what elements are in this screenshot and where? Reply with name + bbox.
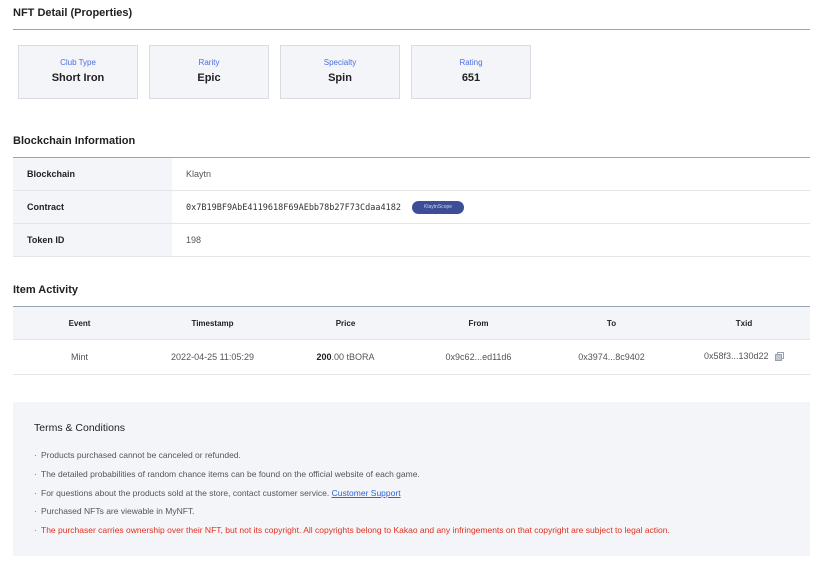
copy-icon[interactable] bbox=[775, 351, 785, 363]
to-cell[interactable]: 0x3974...8c9402 bbox=[545, 339, 678, 375]
blockchain-table: Blockchain Klaytn Contract 0x7B19BF9AbE4… bbox=[13, 158, 810, 257]
list-item: · The detailed probabilities of random ch… bbox=[34, 468, 420, 479]
property-value: Epic bbox=[197, 72, 221, 84]
blockchain-row: Blockchain Klaytn bbox=[13, 158, 810, 191]
price-unit: .00 tBORA bbox=[331, 352, 375, 362]
price-amount: 200 bbox=[316, 352, 332, 362]
property-label: Club Type bbox=[60, 58, 96, 67]
nft-detail-divider bbox=[13, 29, 810, 30]
contract-cell: 0x7B19BF9AbE4119618F69AEbb78b27F73Cdaa41… bbox=[172, 190, 810, 224]
property-card-rarity: Rarity Epic bbox=[149, 45, 269, 99]
blockchain-key: Blockchain bbox=[13, 158, 172, 191]
list-item-warning: · The purchaser carries ownership over th… bbox=[34, 525, 670, 536]
property-value: Spin bbox=[328, 72, 352, 84]
blockchain-title: Blockchain Information bbox=[13, 135, 136, 147]
table-row: Mint 2022-04-25 11:05:29 200.00 tBORA 0x… bbox=[13, 339, 810, 375]
column-header-event: Event bbox=[13, 307, 146, 340]
property-label: Rating bbox=[459, 58, 483, 67]
event-cell: Mint bbox=[13, 339, 146, 375]
property-value: 651 bbox=[461, 72, 481, 84]
token-id-value: 198 bbox=[172, 223, 810, 257]
terms-list: · Products purchased cannot be canceled o… bbox=[34, 446, 810, 540]
property-label: Rarity bbox=[198, 58, 220, 67]
contract-row: Contract 0x7B19BF9AbE4119618F69AEbb78b27… bbox=[13, 190, 810, 224]
column-header-to: To bbox=[545, 307, 678, 340]
timestamp-cell: 2022-04-25 11:05:29 bbox=[146, 339, 279, 375]
txid-value[interactable]: 0x58f3...130d22 bbox=[704, 351, 769, 361]
property-card-specialty: Specialty Spin bbox=[280, 45, 400, 99]
customer-support-link[interactable]: Customer Support bbox=[332, 488, 401, 498]
activity-table: Event Timestamp Price From To Txid Mint … bbox=[13, 307, 810, 375]
activity-header-row: Event Timestamp Price From To Txid bbox=[13, 307, 810, 340]
klaytnscope-link-badge[interactable]: KlaytnScope bbox=[412, 200, 465, 214]
column-header-timestamp: Timestamp bbox=[146, 307, 279, 340]
list-item: · Products purchased cannot be canceled o… bbox=[34, 450, 241, 460]
property-card-rating: Rating 651 bbox=[411, 45, 531, 99]
contract-address: 0x7B19BF9AbE4119618F69AEbb78b27F73Cdaa41… bbox=[186, 202, 401, 213]
property-card-club-type: Club Type Short Iron bbox=[18, 45, 138, 99]
list-item: · Purchased NFTs are viewable in MyNFT. bbox=[34, 506, 195, 517]
column-header-from: From bbox=[412, 307, 545, 340]
list-item: · For questions about the products sold a… bbox=[34, 487, 401, 498]
from-cell[interactable]: 0x9c62...ed11d6 bbox=[412, 339, 545, 375]
txid-cell: 0x58f3...130d22 bbox=[678, 339, 810, 375]
nft-detail-title: NFT Detail (Properties) bbox=[13, 7, 133, 19]
contract-key: Contract bbox=[13, 190, 172, 224]
terms-title: Terms & Conditions bbox=[34, 422, 126, 434]
activity-title: Item Activity bbox=[13, 284, 79, 296]
column-header-price: Price bbox=[279, 307, 412, 340]
price-cell: 200.00 tBORA bbox=[279, 339, 412, 375]
token-id-key: Token ID bbox=[13, 223, 172, 257]
token-id-row: Token ID 198 bbox=[13, 223, 810, 257]
property-cards: Club Type Short Iron Rarity Epic Special… bbox=[18, 45, 531, 99]
column-header-txid: Txid bbox=[678, 307, 810, 340]
terms-panel: Terms & Conditions · Products purchased c… bbox=[13, 402, 810, 556]
property-label: Specialty bbox=[323, 58, 357, 67]
property-value: Short Iron bbox=[51, 72, 105, 84]
blockchain-value: Klaytn bbox=[172, 158, 810, 191]
